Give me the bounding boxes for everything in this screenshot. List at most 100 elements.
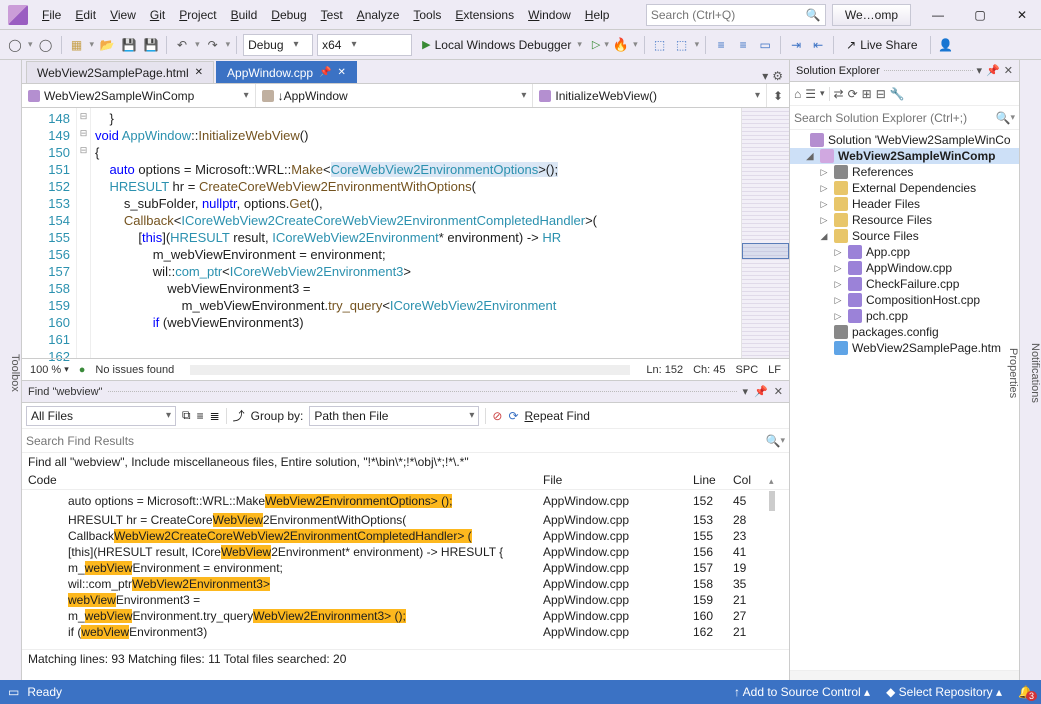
- scrollbar-up-icon[interactable]: ▴: [769, 476, 774, 486]
- fold-gutter[interactable]: ⊟⊟⊟: [77, 108, 91, 358]
- find-row[interactable]: [this](HRESULT result, ICoreWebView2Envi…: [22, 544, 789, 560]
- outdent-icon[interactable]: ⇤: [809, 36, 827, 54]
- find-row[interactable]: auto options = Microsoft::WRL::MakeWebVi…: [22, 490, 789, 512]
- zoom-combo[interactable]: 100 %▾: [30, 364, 69, 376]
- menu-file[interactable]: File: [36, 4, 67, 26]
- menu-extensions[interactable]: Extensions: [449, 4, 520, 26]
- find-row[interactable]: wil::com_ptrWebView2Environment3>AppWind…: [22, 576, 789, 592]
- props-icon[interactable]: 🔧: [890, 87, 905, 101]
- refresh-icon[interactable]: ⟳: [848, 87, 858, 101]
- step2-icon[interactable]: ⬚: [673, 36, 691, 54]
- drop-icon[interactable]: ▾: [977, 64, 983, 77]
- step-icon[interactable]: ⬚: [651, 36, 669, 54]
- redo-icon[interactable]: ↷: [204, 36, 222, 54]
- undo-icon[interactable]: ↶: [173, 36, 191, 54]
- tab-WebView2SamplePage.html[interactable]: WebView2SamplePage.html ✕: [26, 61, 214, 83]
- find-close-icon[interactable]: ✕: [774, 385, 783, 398]
- output-icon[interactable]: ▭: [8, 685, 19, 699]
- list-icon[interactable]: ≡: [197, 409, 204, 423]
- source-control-button[interactable]: ↑ Add to Source Control ▴: [734, 685, 870, 699]
- solution-tree[interactable]: Solution 'WebView2SampleWinCo◢WebView2Sa…: [790, 130, 1019, 670]
- tree-h-scrollbar[interactable]: [790, 670, 1019, 680]
- search-input[interactable]: [651, 8, 806, 22]
- back-icon[interactable]: ◯: [6, 36, 24, 54]
- tree-item[interactable]: WebView2SamplePage.htm: [790, 340, 1019, 356]
- solution-search[interactable]: 🔍▾: [790, 106, 1019, 130]
- platform-combo[interactable]: x64: [317, 34, 412, 56]
- menu-window[interactable]: Window: [522, 4, 577, 26]
- nav-class[interactable]: ↓ AppWindow: [256, 84, 534, 107]
- menu-test[interactable]: Test: [315, 4, 349, 26]
- save-icon[interactable]: 💾: [120, 36, 138, 54]
- solution-badge[interactable]: We…omp: [832, 4, 911, 26]
- repo-button[interactable]: ◆ Select Repository ▴: [886, 685, 1002, 699]
- h-scrollbar[interactable]: [190, 365, 630, 375]
- new-project-icon[interactable]: ▦: [68, 36, 86, 54]
- tree-item[interactable]: ▷CompositionHost.cpp: [790, 292, 1019, 308]
- menu-view[interactable]: View: [104, 4, 142, 26]
- config-combo[interactable]: Debug: [243, 34, 313, 56]
- search-box[interactable]: 🔍: [646, 4, 826, 26]
- find-columns[interactable]: CodeFileLineCol▴: [22, 471, 789, 490]
- views-icon[interactable]: ☰: [805, 87, 816, 101]
- account-icon[interactable]: 👤: [937, 36, 955, 54]
- close-button[interactable]: ✕: [1007, 3, 1037, 27]
- refresh-icon[interactable]: ⟳: [508, 409, 518, 423]
- indent-icon[interactable]: ⇥: [787, 36, 805, 54]
- minimap[interactable]: [741, 108, 789, 358]
- menu-tools[interactable]: Tools: [407, 4, 447, 26]
- forward-icon[interactable]: ◯: [37, 36, 55, 54]
- menu-help[interactable]: Help: [579, 4, 616, 26]
- group-by-combo[interactable]: Path then File: [309, 406, 479, 426]
- bookmark-icon[interactable]: ▭: [756, 36, 774, 54]
- code-area[interactable]: }void AppWindow::InitializeWebView(){ au…: [91, 108, 741, 358]
- tree-item[interactable]: ▷Header Files: [790, 196, 1019, 212]
- find-row[interactable]: if (webViewEnvironment3)AppWindow.cpp162…: [22, 624, 789, 640]
- tab-AppWindow.cpp[interactable]: AppWindow.cpp 📌 ✕: [216, 61, 357, 83]
- find-row[interactable]: webViewEnvironment3 =AppWindow.cpp15921: [22, 592, 789, 608]
- pin-icon[interactable]: 📌: [986, 64, 1000, 77]
- collapse-icon[interactable]: ⊟: [876, 87, 886, 101]
- start-debug-button[interactable]: ▶Local Windows Debugger▾: [416, 34, 588, 56]
- menu-project[interactable]: Project: [173, 4, 222, 26]
- tree-item[interactable]: ▷CheckFailure.cpp: [790, 276, 1019, 292]
- properties-tab[interactable]: Properties: [1007, 348, 1019, 398]
- maximize-button[interactable]: ▢: [965, 3, 995, 27]
- nav-project[interactable]: WebView2SampleWinComp: [22, 84, 256, 107]
- find-row[interactable]: HRESULT hr = CreateCoreWebView2Environme…: [22, 512, 789, 528]
- find-results[interactable]: auto options = Microsoft::WRL::MakeWebVi…: [22, 490, 789, 649]
- showall-icon[interactable]: ⊞: [862, 87, 872, 101]
- hot-reload-icon[interactable]: 🔥: [613, 37, 629, 53]
- project-node[interactable]: ◢WebView2SampleWinComp: [790, 148, 1019, 164]
- tree-item[interactable]: ▷Resource Files: [790, 212, 1019, 228]
- find-filter[interactable]: All Files: [26, 406, 176, 426]
- tree-item[interactable]: packages.config: [790, 324, 1019, 340]
- find-row[interactable]: CallbackWebView2CreateCoreWebView2Enviro…: [22, 528, 789, 544]
- tree-item[interactable]: ▷External Dependencies: [790, 180, 1019, 196]
- menu-debug[interactable]: Debug: [265, 4, 312, 26]
- tab-close-icon[interactable]: ✕: [195, 67, 203, 78]
- start-without-debug-icon[interactable]: ▷: [592, 38, 600, 51]
- uncomment-icon[interactable]: ≡: [734, 36, 752, 54]
- gear-icon[interactable]: ⚙: [772, 69, 783, 83]
- code-editor[interactable]: 1481491501511521531541551561571581591601…: [22, 108, 789, 358]
- nav-method[interactable]: InitializeWebView(): [533, 84, 767, 107]
- save-all-icon[interactable]: 💾: [142, 36, 160, 54]
- menu-build[interactable]: Build: [225, 4, 264, 26]
- tree-icon[interactable]: ≣: [210, 409, 220, 423]
- find-row[interactable]: m_webViewEnvironment.try_queryWebView2En…: [22, 608, 789, 624]
- live-share-button[interactable]: ↗Live Share: [840, 34, 923, 56]
- tab-dropdown-icon[interactable]: ▾: [762, 69, 768, 83]
- find-search[interactable]: 🔍▾: [22, 429, 789, 453]
- repeat-find[interactable]: RRepeat Findepeat Find: [525, 409, 590, 423]
- menu-git[interactable]: Git: [144, 4, 171, 26]
- pin2-icon[interactable]: 📌: [754, 385, 768, 398]
- notifications-tab[interactable]: Notifications: [1029, 343, 1041, 403]
- clear-icon[interactable]: ⊘: [492, 409, 502, 423]
- tree-item[interactable]: ▷App.cpp: [790, 244, 1019, 260]
- menu-analyze[interactable]: Analyze: [351, 4, 406, 26]
- toolbox-tab[interactable]: Toolbox: [0, 60, 22, 680]
- tab-close-icon[interactable]: ✕: [338, 67, 346, 78]
- tree-item[interactable]: ▷AppWindow.cpp: [790, 260, 1019, 276]
- copy-icon[interactable]: ⧉: [182, 408, 191, 423]
